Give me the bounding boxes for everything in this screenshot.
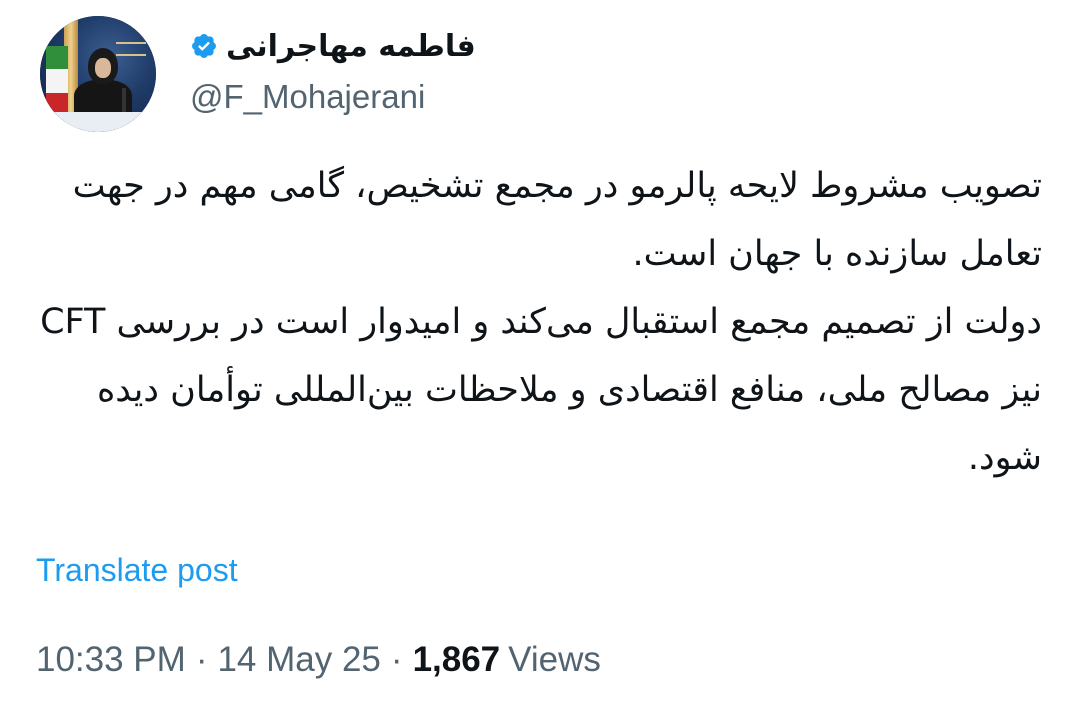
translate-post-link[interactable]: Translate post	[36, 552, 238, 589]
views-label[interactable]: Views	[508, 640, 601, 680]
author-identity: فاطمه مهاجرانی @F_Mohajerani	[40, 14, 510, 134]
author-display-name[interactable]: فاطمه مهاجرانی	[226, 29, 476, 64]
tweet-text: تصویب مشروط لایحه پالرمو در مجمع تشخیص، …	[34, 152, 1042, 492]
tweet-card: فاطمه مهاجرانی @F_Mohajerani تصویب مشروط…	[0, 0, 1080, 707]
tweet-paragraph-2: دولت از تصمیم مجمع استقبال می‌کند و امید…	[40, 302, 1042, 478]
tweet-header: فاطمه مهاجرانی @F_Mohajerani	[26, 14, 1054, 134]
tweet-meta: 10:33 PM · 14 May 25 · 1,867 Views	[36, 640, 601, 680]
verified-badge-icon	[192, 34, 216, 58]
flag-graphic	[46, 46, 68, 116]
post-date[interactable]: 14 May 25	[217, 640, 380, 680]
author-name-row[interactable]: فاطمه مهاجرانی	[190, 26, 476, 66]
separator-dot: ·	[390, 640, 403, 679]
author-handle[interactable]: @F_Mohajerani	[190, 78, 425, 116]
post-time[interactable]: 10:33 PM	[36, 640, 186, 680]
separator-dot: ·	[195, 640, 208, 679]
views-count[interactable]: 1,867	[413, 640, 501, 680]
tweet-paragraph-1: تصویب مشروط لایحه پالرمو در مجمع تشخیص، …	[72, 166, 1042, 274]
avatar[interactable]	[40, 16, 156, 132]
